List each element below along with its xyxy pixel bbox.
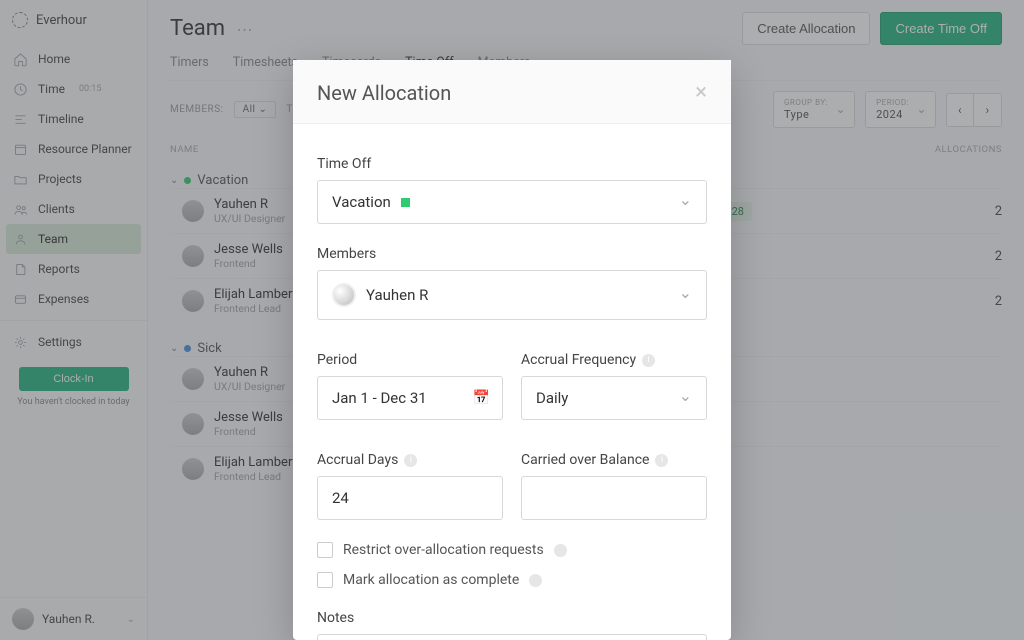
new-allocation-modal: New Allocation × Time Off Vacation Membe… — [293, 60, 731, 640]
accrual-days-input[interactable]: 24 — [317, 476, 503, 520]
accrual-freq-select[interactable]: Daily — [521, 376, 707, 420]
notes-label: Notes — [317, 610, 707, 626]
info-icon: i — [655, 454, 668, 467]
period-input[interactable]: Jan 1 - Dec 31 📅 — [317, 376, 503, 420]
info-icon: i — [642, 354, 655, 367]
accrual-days-label: Accrual Daysi — [317, 452, 503, 468]
info-icon — [554, 544, 567, 557]
modal-title: New Allocation — [317, 81, 451, 105]
checkbox-icon — [317, 572, 333, 588]
accrual-freq-label: Accrual Frequencyi — [521, 352, 707, 368]
period-label: Period — [317, 352, 503, 368]
timeoff-label: Time Off — [317, 156, 707, 172]
members-label: Members — [317, 246, 707, 262]
vacation-color-dot — [401, 198, 410, 207]
avatar — [332, 283, 356, 307]
notes-input[interactable] — [317, 634, 707, 640]
carried-input[interactable] — [521, 476, 707, 520]
info-icon — [529, 574, 542, 587]
carried-label: Carried over Balancei — [521, 452, 707, 468]
calendar-icon: 📅 — [473, 390, 490, 406]
modal-overlay: New Allocation × Time Off Vacation Membe… — [0, 0, 1024, 640]
checkbox-icon — [317, 542, 333, 558]
close-icon[interactable]: × — [695, 80, 707, 105]
timeoff-select[interactable]: Vacation — [317, 180, 707, 224]
info-icon: i — [404, 454, 417, 467]
members-select[interactable]: Yauhen R — [317, 270, 707, 320]
restrict-checkbox[interactable]: Restrict over-allocation requests — [317, 542, 707, 558]
mark-complete-checkbox[interactable]: Mark allocation as complete — [317, 572, 707, 588]
